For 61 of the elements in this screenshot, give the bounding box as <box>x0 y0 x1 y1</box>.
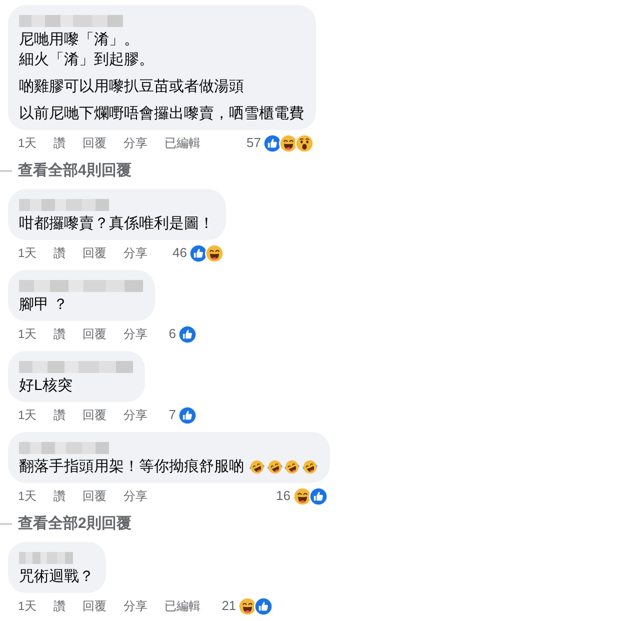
laughing-face-icon <box>205 244 224 262</box>
comment-text: 以前尼哋下爛嘢唔會攞出嚟賣，哂雪櫃電費 <box>19 104 304 124</box>
laughing-tears-emoji-icon <box>284 459 300 475</box>
laughing-tears-emoji-icon <box>249 459 265 475</box>
timestamp-link[interactable]: 1天 <box>18 326 37 342</box>
like-button[interactable]: 讚 <box>54 245 66 261</box>
comment-text: 啲雞膠可以用嚟扒豆苗或者做湯頭 <box>19 77 244 97</box>
thumbs-up-icon <box>178 324 197 344</box>
timestamp-link[interactable]: 1天 <box>18 598 37 614</box>
share-button[interactable]: 分享 <box>124 245 148 261</box>
edited-label: 已編輯 <box>164 135 201 151</box>
like-button[interactable]: 讚 <box>54 598 66 614</box>
thumbs-up-icon <box>308 486 328 506</box>
timestamp-link[interactable]: 1天 <box>18 245 37 261</box>
timestamp-link[interactable]: 1天 <box>18 407 37 423</box>
comment-text: 細火「淆」到起膠。 <box>19 50 154 70</box>
reaction-count-button[interactable]: 57 <box>242 134 314 152</box>
laughing-face-icon <box>279 134 298 152</box>
laughing-face-icon <box>238 596 258 616</box>
reaction-count-button[interactable]: 6 <box>164 324 197 344</box>
thumbs-up-icon <box>178 406 197 424</box>
comment-text: 腳甲 ？ <box>19 295 68 315</box>
share-button[interactable]: 分享 <box>124 598 148 614</box>
timestamp-link[interactable]: 1天 <box>18 135 37 151</box>
reply-button[interactable]: 回覆 <box>82 135 107 151</box>
share-button[interactable]: 分享 <box>124 488 148 504</box>
comment-text: 咒術迴戰？ <box>19 567 94 587</box>
timestamp-link[interactable]: 1天 <box>18 488 37 504</box>
edited-label: 已編輯 <box>164 598 201 614</box>
view-replies-button[interactable]: 查看全部2則回覆 <box>18 514 132 534</box>
thumbs-up-icon <box>263 134 282 152</box>
reaction-count-button[interactable]: 21 <box>218 596 274 616</box>
share-button[interactable]: 分享 <box>124 407 148 423</box>
like-button[interactable]: 讚 <box>54 488 66 504</box>
reaction-count-button[interactable]: 46 <box>168 244 224 262</box>
thread-connector-line <box>0 170 12 172</box>
share-button[interactable]: 分享 <box>124 135 148 151</box>
like-button[interactable]: 讚 <box>54 407 66 423</box>
reply-button[interactable]: 回覆 <box>82 245 107 261</box>
comment-text: 尼哋用嚟「淆」。 <box>19 30 139 50</box>
laughing-tears-emoji-icon <box>266 459 282 475</box>
surprised-face-icon <box>295 134 314 152</box>
view-replies-button[interactable]: 查看全部4則回覆 <box>18 161 132 181</box>
reaction-count-button[interactable]: 16 <box>272 486 328 506</box>
comment-text: 好L核突 <box>19 376 72 396</box>
reply-button[interactable]: 回覆 <box>82 598 107 614</box>
like-button[interactable]: 讚 <box>54 135 66 151</box>
comment-text: 翻落手指頭用架！等你拗痕舒服啲 <box>19 457 244 477</box>
thread-connector-line <box>0 523 12 525</box>
laughing-tears-emoji-icon <box>302 459 318 475</box>
thumbs-up-icon <box>254 596 274 616</box>
blurred-name <box>19 552 73 564</box>
like-button[interactable]: 讚 <box>54 326 66 342</box>
reaction-count-button[interactable]: 7 <box>164 406 197 424</box>
comment-text: 咁都攞嚟賣？真係唯利是圖！ <box>19 214 214 234</box>
thumbs-up-icon <box>189 244 208 262</box>
reply-button[interactable]: 回覆 <box>82 407 107 423</box>
share-button[interactable]: 分享 <box>124 326 148 342</box>
reply-button[interactable]: 回覆 <box>82 488 107 504</box>
laughing-face-icon <box>292 486 312 506</box>
reply-button[interactable]: 回覆 <box>82 326 107 342</box>
